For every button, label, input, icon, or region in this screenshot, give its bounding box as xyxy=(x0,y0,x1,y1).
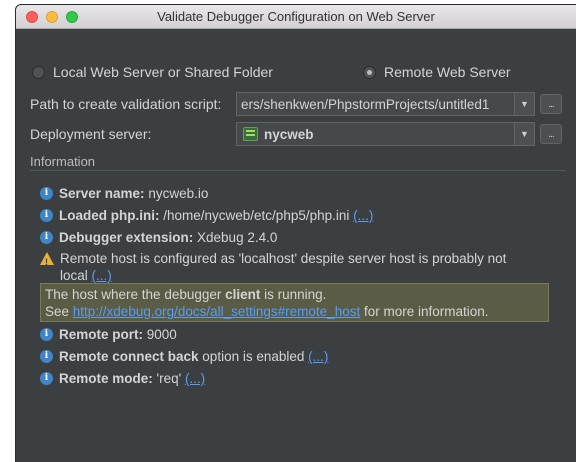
info-icon: i xyxy=(40,187,53,200)
info-key: Remote port: xyxy=(59,327,143,342)
info-key: Server name: xyxy=(59,186,145,201)
path-value[interactable]: ers/shenkwen/PhpstormProjects/untitled1 xyxy=(237,97,514,112)
info-icon: i xyxy=(40,231,53,244)
xdebug-docs-link[interactable]: http://xdebug.org/docs/all_settings#remo… xyxy=(73,304,360,319)
info-value: option is enabled xyxy=(198,349,309,364)
info-loaded-ini: i Loaded php.ini: /home/nycweb/etc/php5/… xyxy=(40,207,562,224)
info-remote-connect-back: i Remote connect back option is enabled … xyxy=(40,348,562,365)
path-browse-button[interactable]: ... xyxy=(540,94,562,114)
information-section-title: Information xyxy=(30,154,96,169)
tooltip-text: The host where the debugger xyxy=(45,287,226,302)
tooltip-text: See xyxy=(45,304,73,319)
local-server-label: Local Web Server or Shared Folder xyxy=(53,64,273,80)
details-link[interactable]: (...) xyxy=(308,349,328,364)
remote-server-radio[interactable]: Remote Web Server xyxy=(363,64,511,80)
path-label: Path to create validation script: xyxy=(30,96,222,112)
warning-line1: Remote host is configured as 'localhost'… xyxy=(60,251,507,266)
tooltip-text: for more information. xyxy=(360,304,489,319)
chevron-down-icon[interactable]: ▼ xyxy=(514,123,534,145)
info-icon: i xyxy=(40,350,53,363)
details-link[interactable]: (...) xyxy=(353,208,373,223)
path-row: Path to create validation script: ers/sh… xyxy=(30,92,568,116)
info-icon: i xyxy=(40,372,53,385)
info-remote-port: i Remote port: 9000 xyxy=(40,326,562,343)
dialog-window: Validate Debugger Configuration on Web S… xyxy=(16,5,576,462)
local-server-radio[interactable]: Local Web Server or Shared Folder xyxy=(32,64,273,80)
window-title: Validate Debugger Configuration on Web S… xyxy=(157,9,435,24)
warning-remote-host: Remote host is configured as 'localhost'… xyxy=(40,250,562,284)
info-key: Remote mode: xyxy=(59,371,153,386)
chevron-down-icon[interactable]: ▼ xyxy=(514,93,534,115)
tooltip-text: is running. xyxy=(260,287,327,302)
info-key: Remote connect back xyxy=(59,349,199,364)
deployment-browse-button[interactable]: ... xyxy=(540,124,562,144)
info-key: Debugger extension: xyxy=(59,230,194,245)
info-server-name: i Server name: nycweb.io xyxy=(40,185,562,202)
info-icon: i xyxy=(40,328,53,341)
remote-server-label: Remote Web Server xyxy=(384,64,511,80)
info-value: 9000 xyxy=(143,327,177,342)
deployment-label: Deployment server: xyxy=(30,126,152,142)
info-remote-mode: i Remote mode: 'req' (...) xyxy=(40,370,562,387)
info-debugger-extension: i Debugger extension: Xdebug 2.4.0 xyxy=(40,229,562,246)
section-divider xyxy=(30,170,566,171)
info-key: Loaded php.ini: xyxy=(59,208,160,223)
deployment-combobox[interactable]: nycweb ▼ xyxy=(236,122,535,146)
deployment-value[interactable]: nycweb xyxy=(264,127,514,142)
info-value: /home/nycweb/etc/php5/php.ini xyxy=(159,208,354,223)
info-value: 'req' xyxy=(152,371,185,386)
info-icon: i xyxy=(40,209,53,222)
title-bar: Validate Debugger Configuration on Web S… xyxy=(16,5,576,29)
info-value: Xdebug 2.4.0 xyxy=(193,230,278,245)
radio-checked-icon xyxy=(363,65,376,79)
mode-radio-group: Local Web Server or Shared Folder Remote… xyxy=(32,64,576,82)
details-link[interactable]: (...) xyxy=(92,268,112,283)
info-value: nycweb.io xyxy=(144,186,209,201)
server-icon xyxy=(243,127,258,141)
tooltip-remote-host: The host where the debugger client is ru… xyxy=(40,283,549,322)
warning-icon xyxy=(40,252,54,271)
path-combobox[interactable]: ers/shenkwen/PhpstormProjects/untitled1 … xyxy=(236,92,535,116)
radio-unchecked-icon xyxy=(32,65,45,79)
details-link[interactable]: (...) xyxy=(185,371,205,386)
tooltip-bold-text: client xyxy=(225,287,261,302)
warning-line2: local xyxy=(60,268,92,283)
deployment-row: Deployment server: nycweb ▼ ... xyxy=(30,122,568,146)
